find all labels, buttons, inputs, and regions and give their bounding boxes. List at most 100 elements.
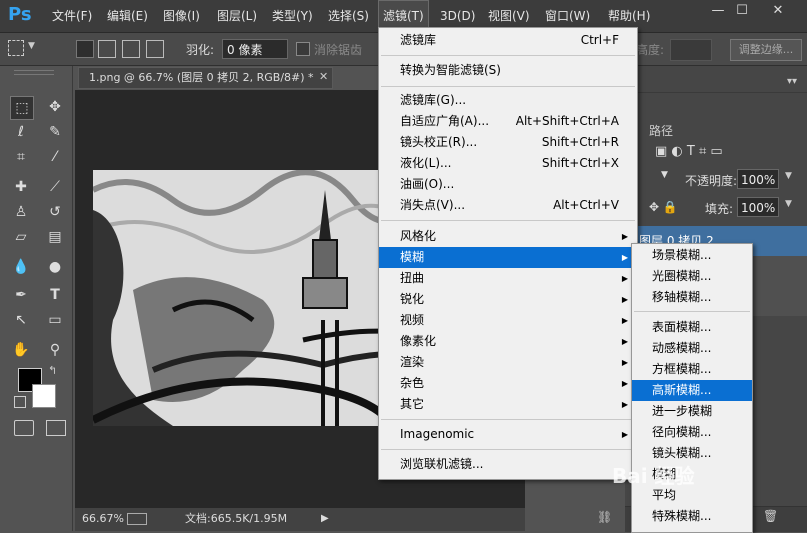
feather-label: 羽化:: [186, 43, 215, 57]
intersect-selection-icon[interactable]: [146, 40, 164, 58]
submenu-item-smart-blur[interactable]: 特殊模糊...: [632, 506, 752, 527]
delete-layer-icon[interactable]: 🗑: [763, 509, 778, 523]
menu-item-blur[interactable]: 模糊 ▶: [379, 247, 637, 268]
menu-edit[interactable]: 编辑(E): [103, 0, 152, 32]
menu-select[interactable]: 选择(S): [324, 0, 373, 32]
blur-tool-icon[interactable]: 💧: [10, 256, 32, 278]
crop-tool-icon[interactable]: ⌗: [10, 146, 32, 168]
submenu-arrow-icon: ▶: [621, 430, 628, 439]
close-tab-icon[interactable]: ✕: [319, 70, 328, 83]
blend-mode-chevron-icon[interactable]: ▼: [661, 170, 668, 180]
panel-collapse-icon[interactable]: ▾▾: [787, 76, 797, 87]
status-bar: 66.67% 文档:665.5K/1.95M ▶: [75, 508, 525, 531]
quick-selection-tool-icon[interactable]: ✎: [44, 121, 66, 143]
marquee-tool-preset-icon[interactable]: [8, 40, 24, 56]
default-colors-icon[interactable]: [14, 396, 26, 408]
menu-type[interactable]: 类型(Y): [268, 0, 317, 32]
menu-item-other[interactable]: 其它 ▶: [379, 394, 637, 415]
menu-image[interactable]: 图像(I): [159, 0, 204, 32]
menu-item-distort[interactable]: 扭曲 ▶: [379, 268, 637, 289]
maximize-icon[interactable]: ☐: [730, 0, 754, 22]
subtract-selection-icon[interactable]: [122, 40, 140, 58]
height-input[interactable]: [670, 39, 712, 61]
submenu-arrow-icon: ▶: [621, 400, 628, 409]
link-layers-icon[interactable]: ⛓: [597, 510, 612, 524]
screen-mode-icon[interactable]: [46, 420, 66, 436]
move-tool-icon[interactable]: ✥: [44, 96, 66, 118]
filter-menu: 滤镜库 Ctrl+F 转换为智能滤镜(S) 滤镜库(G)... 自适应广角(A).…: [378, 27, 638, 480]
type-tool-icon[interactable]: T: [44, 284, 66, 306]
baidu-watermark: Bai 经验: [612, 464, 695, 488]
lock-icons[interactable]: ✥ 🔒: [649, 200, 678, 214]
menu-item-browse-online-filters[interactable]: 浏览联机滤镜...: [379, 454, 637, 475]
menu-file[interactable]: 文件(F): [48, 0, 96, 32]
path-selection-tool-icon[interactable]: ↖: [10, 309, 32, 331]
menu-layer[interactable]: 图层(L): [213, 0, 261, 32]
add-selection-icon[interactable]: [98, 40, 116, 58]
opacity-input[interactable]: 100%: [737, 169, 779, 189]
menu-item-stylize[interactable]: 风格化 ▶: [379, 226, 637, 247]
new-selection-icon[interactable]: [76, 40, 94, 58]
submenu-arrow-icon: ▶: [621, 379, 628, 388]
dodge-tool-icon[interactable]: ●: [44, 256, 66, 278]
eraser-tool-icon[interactable]: ▱: [10, 226, 32, 248]
document-tab[interactable]: 1.png @ 66.7% (图层 0 拷贝 2, RGB/8#) *: [78, 67, 333, 89]
submenu-item-field-blur[interactable]: 场景模糊...: [632, 245, 752, 266]
menu-item-vanishing-point[interactable]: 消失点(V)... Alt+Ctrl+V: [379, 195, 637, 216]
submenu-item-radial-blur[interactable]: 径向模糊...: [632, 422, 752, 443]
minimize-icon[interactable]: —: [706, 0, 730, 22]
close-icon[interactable]: ✕: [756, 0, 800, 22]
zoom-level[interactable]: 66.67%: [82, 508, 124, 529]
background-color-swatch[interactable]: [32, 384, 56, 408]
status-options-icon[interactable]: [127, 513, 147, 525]
paths-tab[interactable]: 路径: [649, 122, 673, 139]
layer-filter-icons[interactable]: ▣ ◐ T ⌗ ▭: [655, 144, 723, 159]
submenu-arrow-icon: ▶: [621, 337, 628, 346]
fill-label: 填充:: [705, 202, 734, 216]
menu-item-render[interactable]: 渲染 ▶: [379, 352, 637, 373]
menu-item-convert-smart-filter[interactable]: 转换为智能滤镜(S): [379, 60, 637, 81]
chevron-down-icon[interactable]: ▼: [28, 41, 35, 51]
menu-item-sharpen[interactable]: 锐化 ▶: [379, 289, 637, 310]
refine-edge-button[interactable]: 调整边缘...: [730, 39, 802, 61]
fill-input[interactable]: 100%: [737, 197, 779, 217]
brush-tool-icon[interactable]: ⟋: [44, 176, 66, 198]
submenu-arrow-icon: ▶: [621, 316, 628, 325]
menu-item-lens-correction[interactable]: 镜头校正(R)... Shift+Ctrl+R: [379, 132, 637, 153]
submenu-item-surface-blur[interactable]: 表面模糊...: [632, 317, 752, 338]
zoom-tool-icon[interactable]: ⚲: [44, 339, 66, 361]
feather-input[interactable]: 0 像素: [222, 39, 288, 59]
healing-brush-tool-icon[interactable]: ✚: [10, 176, 32, 198]
submenu-item-iris-blur[interactable]: 光圈模糊...: [632, 266, 752, 287]
rectangular-marquee-tool-icon[interactable]: ⬚: [10, 96, 34, 120]
submenu-item-gaussian-blur[interactable]: 高斯模糊...: [632, 380, 752, 401]
menu-item-oil-paint[interactable]: 油画(O)...: [379, 174, 637, 195]
eyedropper-tool-icon[interactable]: ⁄: [44, 146, 66, 168]
submenu-item-box-blur[interactable]: 方框模糊...: [632, 359, 752, 380]
hand-tool-icon[interactable]: ✋: [10, 339, 32, 361]
clone-stamp-tool-icon[interactable]: ♙: [10, 201, 32, 223]
antialias-checkbox[interactable]: [296, 42, 310, 56]
menu-item-adaptive-wide-angle[interactable]: 自适应广角(A)... Alt+Shift+Ctrl+A: [379, 111, 637, 132]
menu-item-noise[interactable]: 杂色 ▶: [379, 373, 637, 394]
gradient-tool-icon[interactable]: ▤: [44, 226, 66, 248]
menu-item-liquify[interactable]: 液化(L)... Shift+Ctrl+X: [379, 153, 637, 174]
submenu-item-motion-blur[interactable]: 动感模糊...: [632, 338, 752, 359]
history-brush-tool-icon[interactable]: ↺: [44, 201, 66, 223]
submenu-item-tilt-shift[interactable]: 移轴模糊...: [632, 287, 752, 308]
menu-item-filter-gallery[interactable]: 滤镜库(G)...: [379, 90, 637, 111]
lasso-tool-icon[interactable]: ℓ: [10, 121, 32, 143]
rectangle-tool-icon[interactable]: ▭: [44, 309, 66, 331]
menu-item-video[interactable]: 视频 ▶: [379, 310, 637, 331]
opacity-chevron-icon[interactable]: ▼: [785, 171, 792, 181]
pen-tool-icon[interactable]: ✒: [10, 284, 32, 306]
menu-item-imagenomic[interactable]: Imagenomic ▶: [379, 424, 637, 445]
menu-item-filter-gallery-last[interactable]: 滤镜库 Ctrl+F: [379, 30, 637, 51]
submenu-item-blur-more[interactable]: 进一步模糊: [632, 401, 752, 422]
menu-item-pixelate[interactable]: 像素化 ▶: [379, 331, 637, 352]
quick-mask-icon[interactable]: [14, 420, 34, 436]
fill-chevron-icon[interactable]: ▼: [785, 199, 792, 209]
swap-colors-icon[interactable]: ↰: [48, 364, 57, 377]
status-menu-arrow-icon[interactable]: ▶: [321, 508, 329, 529]
menu-separator: [381, 449, 635, 450]
